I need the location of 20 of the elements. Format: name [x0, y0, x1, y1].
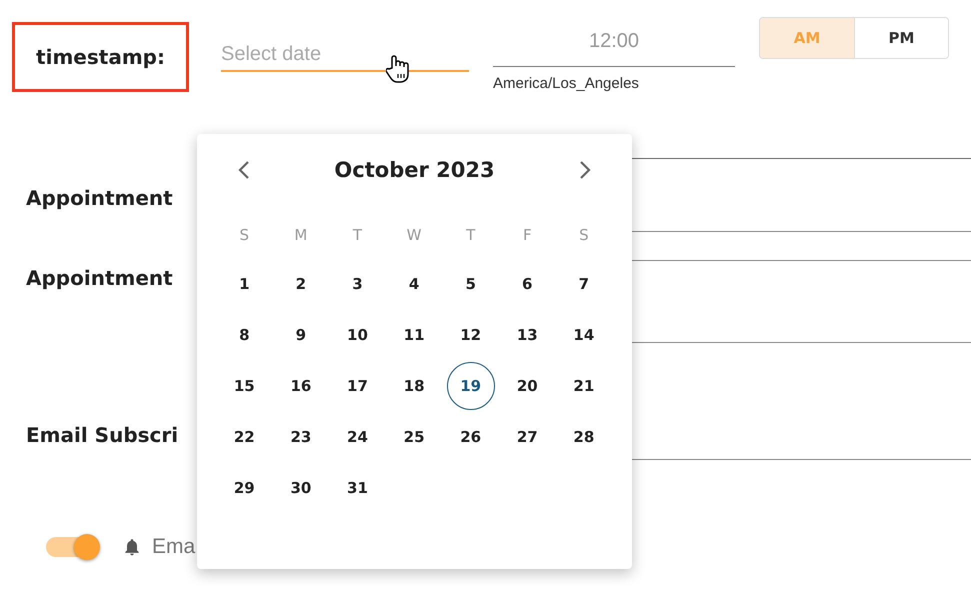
next-month-icon[interactable]	[579, 160, 591, 180]
weekday-label: F	[522, 225, 533, 246]
field-label: Email Subscri	[26, 423, 178, 447]
subscription-label: Ema	[152, 535, 196, 559]
weekday-label: S	[238, 225, 250, 246]
timestamp-label: timestamp:	[12, 22, 189, 92]
weekday-label: T	[352, 225, 364, 246]
field-label: Appointment	[26, 266, 173, 290]
meridiem-toggle[interactable]: PM	[854, 18, 948, 58]
calendar-day[interactable]: 19	[446, 362, 495, 410]
month-title: October 2023	[334, 158, 495, 182]
weekday-label: S	[578, 225, 590, 246]
previous-month-icon[interactable]	[238, 160, 250, 180]
field-label: Appointment	[26, 186, 173, 210]
hand-cursor-icon	[386, 54, 412, 84]
timezone-label: America/Los_Angeles	[493, 75, 640, 92]
toggle-switch[interactable]	[46, 537, 98, 557]
weekday-label: M	[293, 225, 308, 246]
weekday-label: T	[465, 225, 476, 246]
weekday-label: W	[406, 225, 422, 246]
